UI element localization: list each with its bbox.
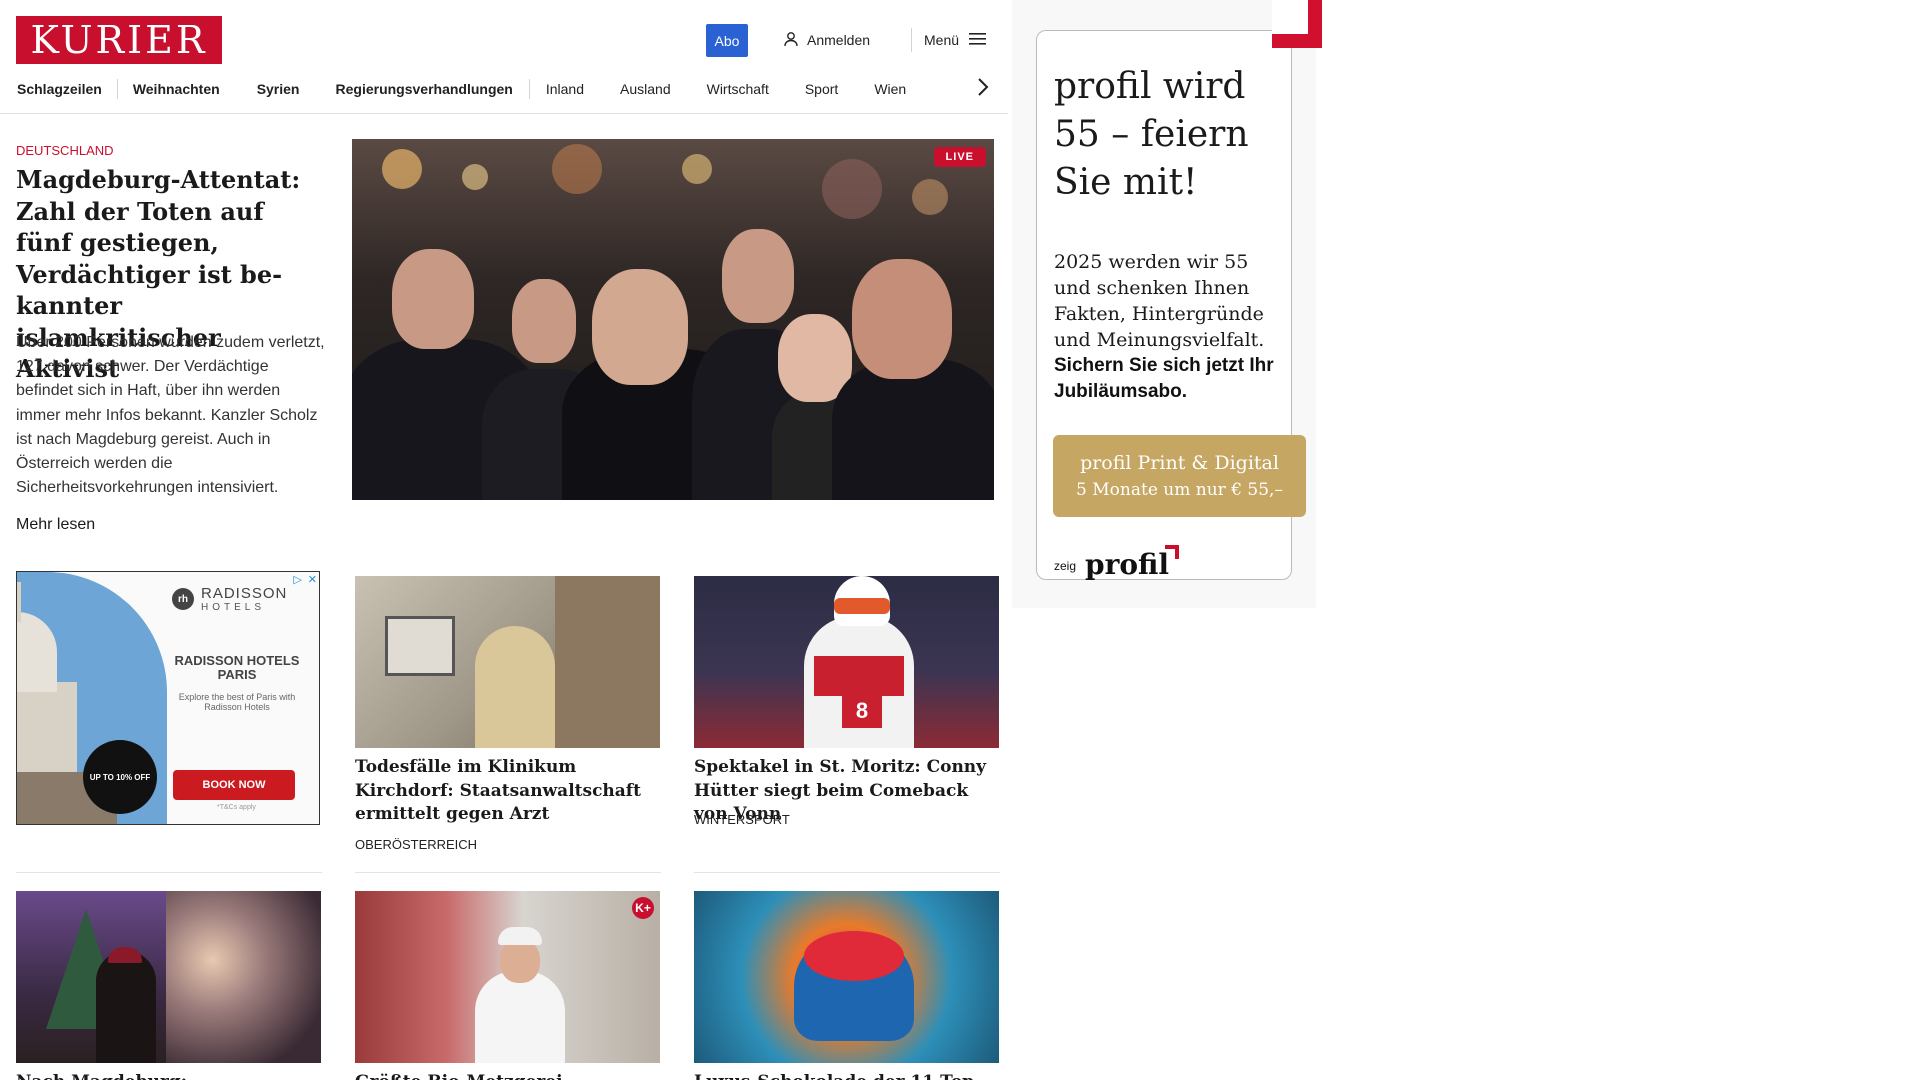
- bokeh-light: [682, 154, 712, 184]
- skier-suit: [814, 656, 904, 696]
- profil-corner-mark-icon: [1272, 0, 1322, 48]
- adchoices-icon[interactable]: ▷: [293, 573, 301, 586]
- tile-title[interactable]: Größte Bio-Metzgerei Westöster-: [355, 1071, 660, 1080]
- tile-tag: WINTERSPORT: [694, 812, 790, 827]
- profil-corner-icon: [1165, 545, 1179, 559]
- tile-image-ski[interactable]: 8: [694, 576, 999, 748]
- person-figure: [512, 279, 576, 363]
- ad-offer-badge: UP TO 10% OFF: [83, 740, 157, 814]
- ad-brand-prefix: zeig: [1054, 559, 1077, 573]
- ad-headline: profil wird 55 – feiern Sie mit!: [1054, 66, 1249, 203]
- butcher-figure: [475, 971, 565, 1063]
- lab-worker-figure: [475, 626, 555, 748]
- read-more-link[interactable]: Mehr lesen: [16, 516, 95, 534]
- market-lights: [166, 891, 321, 1063]
- lead-teaser: Über 200 Personen wurden zudem verletzt,…: [16, 334, 325, 497]
- hamburger-icon: [969, 32, 987, 49]
- tile-image-christmas-market[interactable]: [16, 891, 321, 1063]
- lead-kicker: DEUTSCHLAND: [16, 143, 114, 158]
- bokeh-light: [462, 164, 488, 190]
- profil-logo: profil: [1085, 548, 1169, 581]
- butcher-face: [500, 939, 540, 983]
- shelf-shape: [555, 576, 660, 748]
- tile-image-metzgerei[interactable]: K+: [355, 891, 660, 1063]
- nav-item-wirtschaft[interactable]: Wirtschaft: [707, 81, 769, 97]
- nav-item-inland[interactable]: Inland: [546, 81, 584, 97]
- radisson-ad[interactable]: rh RADISSON HOTELS RADISSON HOTELS PARIS…: [16, 571, 320, 825]
- church-tower: [17, 582, 21, 622]
- login-label: Anmelden: [807, 32, 871, 48]
- person-figure: [96, 951, 156, 1063]
- nav-divider: [116, 79, 118, 99]
- bokeh-light: [382, 149, 422, 189]
- person-figure: [832, 359, 994, 500]
- nav-divider-line: [0, 113, 1008, 114]
- tile-tag: OBERÖSTERREICH: [355, 837, 478, 852]
- tile-title[interactable]: Luxus-Schokolade der 11 Top-Desi-: [694, 1071, 999, 1080]
- ad-cta-line1: profil Print & Digital: [1080, 452, 1279, 474]
- user-icon: [783, 31, 799, 50]
- nav-item-weihnachten[interactable]: Weihnachten: [133, 81, 220, 97]
- person-cap: [108, 947, 142, 963]
- row-divider: [355, 872, 661, 873]
- nav-item-wien[interactable]: Wien: [874, 81, 906, 97]
- bokeh-light: [912, 179, 948, 215]
- person-figure: [392, 249, 474, 349]
- tin-lid: [804, 931, 904, 981]
- tile-image-chocolate[interactable]: [694, 891, 999, 1063]
- profil-ad[interactable]: profil wird 55 – feiern Sie mit! 2025 we…: [1036, 30, 1306, 581]
- ad-choices[interactable]: ▷ ✕: [293, 573, 317, 586]
- monitor-shape: [385, 616, 455, 676]
- nav-item-sport[interactable]: Sport: [805, 81, 838, 97]
- ad-cta-line2: 5 Monate um nur € 55,–: [1076, 480, 1283, 500]
- tile-title[interactable]: Nach Magdeburg: Vorkehrungen: [16, 1071, 321, 1080]
- church-dome: [17, 612, 57, 692]
- bib-number: 8: [842, 694, 882, 728]
- person-figure: [592, 269, 688, 385]
- book-now-button[interactable]: BOOK NOW: [173, 770, 295, 800]
- live-badge: LIVE: [933, 147, 986, 167]
- section-nav: Schlagzeilen Weihnachten Syrien Regierun…: [17, 76, 906, 102]
- ad-brand-name: RADISSON: [201, 585, 288, 602]
- ad-cta-button[interactable]: profil Print & Digital 5 Monate um nur €…: [1053, 435, 1306, 517]
- row-divider: [694, 872, 1000, 873]
- menu-button[interactable]: Menü: [924, 29, 987, 51]
- skier-goggles: [834, 598, 890, 614]
- person-figure: [722, 229, 794, 323]
- nav-item-regierungsverhandlungen[interactable]: Regierungsverhandlungen: [336, 81, 513, 97]
- bokeh-light: [552, 144, 602, 194]
- kurier-logo[interactable]: KURIER: [16, 16, 222, 64]
- chevron-right-icon: [977, 77, 989, 101]
- kurier-plus-badge: K+: [632, 897, 654, 919]
- person-figure: [852, 259, 952, 379]
- ad-copy: 2025 werden wir 55 und schenken Ihnen Fa…: [1054, 251, 1265, 351]
- tile-image-klinikum[interactable]: [355, 576, 660, 748]
- nav-divider: [528, 79, 530, 99]
- nav-next-arrow[interactable]: [973, 77, 993, 101]
- menu-label: Menü: [924, 32, 960, 48]
- ad-brand-sub: HOTELS: [201, 602, 266, 613]
- ad-headline: RADISSON HOTELS PARIS: [174, 653, 300, 682]
- ad-terms: *T&Cs apply: [217, 804, 256, 811]
- tile-title[interactable]: Todesfälle im Klinikum Kirchdorf: Staats…: [355, 756, 660, 827]
- nav-item-ausland[interactable]: Ausland: [620, 81, 671, 97]
- radisson-logo-icon: rh: [172, 588, 194, 610]
- nav-item-syrien[interactable]: Syrien: [257, 81, 300, 97]
- butcher-hat: [498, 927, 542, 945]
- lead-image[interactable]: LIVE: [352, 139, 994, 500]
- bokeh-light: [822, 159, 882, 219]
- ad-copy-bold: Sichern Sie sich jetzt Ihr Jubiläumsabo.: [1054, 355, 1274, 402]
- login-button[interactable]: Anmelden: [783, 29, 870, 51]
- abo-button[interactable]: Abo: [706, 24, 748, 57]
- ad-description: Explore the best of Paris with Radisson …: [178, 692, 296, 712]
- row-divider: [16, 872, 322, 873]
- nav-item-schlagzeilen[interactable]: Schlagzeilen: [17, 81, 102, 97]
- close-icon[interactable]: ✕: [308, 573, 317, 586]
- header-divider: [911, 28, 912, 52]
